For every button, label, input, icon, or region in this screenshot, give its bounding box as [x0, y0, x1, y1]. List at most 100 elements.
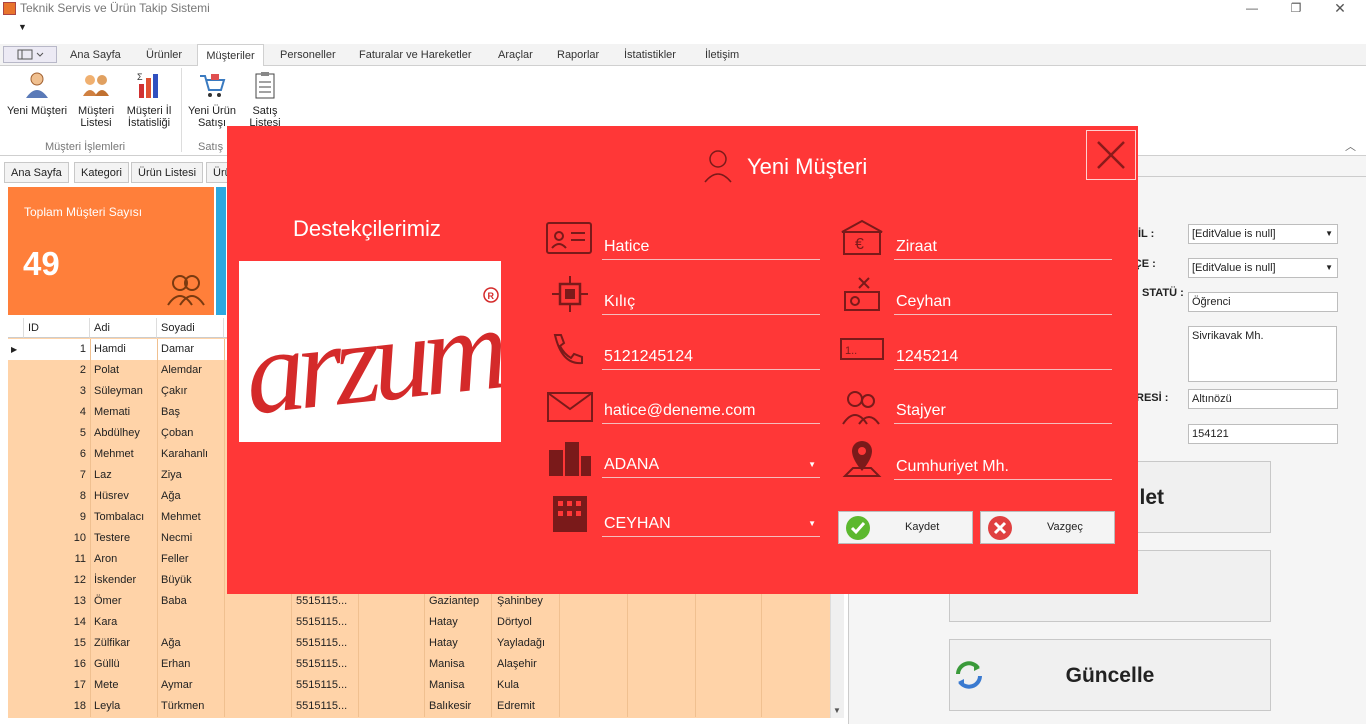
- ribbon-collapse-icon[interactable]: ︿: [1345, 138, 1356, 154]
- chevron-down-icon: ▼: [808, 460, 816, 469]
- table-row[interactable]: 16 Güllü Erhan 5515115... Manisa Alaşehir: [8, 654, 830, 675]
- svg-text:arzum: arzum: [239, 282, 501, 439]
- close-icon: [1097, 141, 1125, 169]
- grid-line: [559, 591, 560, 612]
- tab-musteriler[interactable]: Müşteriler: [197, 44, 264, 67]
- table-row[interactable]: 17 Mete Aymar 5515115... Manisa Kula: [8, 675, 830, 696]
- grid-line: [559, 633, 560, 654]
- cell-id: 12: [73, 574, 86, 586]
- doctab-ana-sayfa[interactable]: Ana Sayfa: [4, 162, 69, 183]
- cell-ilce: Edremit: [497, 700, 535, 712]
- grid-line: [224, 360, 225, 381]
- table-row[interactable]: 18 Leyla Türkmen 5515115... Balıkesir Edremit: [8, 696, 830, 717]
- grid-line: [157, 696, 158, 717]
- ad-input[interactable]: Hatice: [602, 230, 820, 260]
- grid-header-soyadi[interactable]: Soyadi: [157, 318, 224, 338]
- il-combo[interactable]: ADANA ▼: [602, 448, 820, 478]
- grid-line: [90, 591, 91, 612]
- dialog-cancel-button[interactable]: Vazgeç: [980, 511, 1115, 544]
- grid-line: [157, 654, 158, 675]
- grid-line: [291, 675, 292, 696]
- grid-line: [291, 696, 292, 717]
- cell-id: 13: [73, 595, 86, 607]
- cell-tel: 5515115...: [296, 616, 348, 628]
- tab-iletisim[interactable]: İletişim: [701, 44, 743, 66]
- banka-input[interactable]: Ziraat: [894, 230, 1112, 260]
- vergi-no-input[interactable]: 154121: [1188, 424, 1338, 444]
- satis-listesi-button[interactable]: Satış Listesi: [244, 70, 286, 129]
- yeni-musteri-button[interactable]: Yeni Müşteri: [6, 70, 68, 117]
- grid-line: [491, 612, 492, 633]
- cell-ad: Testere: [94, 532, 131, 544]
- musteri-il-istatistigi-button[interactable]: Σ Müşteri İl İstatisliği: [124, 70, 174, 129]
- tab-faturalar[interactable]: Faturalar ve Hareketler: [355, 44, 476, 66]
- vergi-dairesi-field[interactable]: Ceyhan: [894, 285, 1112, 315]
- grid-line: [424, 675, 425, 696]
- table-row[interactable]: 15 Zülfikar Ağa 5515115... Hatay Yayladağı: [8, 633, 830, 654]
- grid-line: [291, 591, 292, 612]
- grid-line: [559, 696, 560, 717]
- grid-line: [224, 402, 225, 423]
- grid-line: [90, 570, 91, 591]
- grid-line: [224, 696, 225, 717]
- vergi-no-field[interactable]: 1245214: [894, 340, 1112, 370]
- quick-access-dropdown-icon[interactable]: ▼: [18, 22, 27, 32]
- tab-raporlar[interactable]: Raporlar: [553, 44, 603, 66]
- cell-id: 4: [79, 406, 86, 418]
- il-select[interactable]: [EditValue is null] ▼: [1188, 224, 1338, 244]
- maximize-icon[interactable]: ❐: [1274, 0, 1318, 18]
- building-icon: [553, 496, 587, 532]
- vergi-dairesi-input[interactable]: Altınözü: [1188, 389, 1338, 409]
- svg-text:€: €: [855, 236, 864, 253]
- window-title: Teknik Servis ve Ürün Takip Sistemi: [20, 1, 210, 15]
- statu-input[interactable]: Öğrenci: [1188, 292, 1338, 312]
- grid-line: [358, 654, 359, 675]
- tab-istatistikler[interactable]: İstatistikler: [620, 44, 680, 66]
- doctab-urun-listesi[interactable]: Ürün Listesi: [131, 162, 204, 183]
- cell-ad: Hamdi: [94, 343, 126, 355]
- telefon-input[interactable]: 5121245124: [602, 340, 820, 370]
- soyad-input[interactable]: Kılıç: [602, 285, 820, 315]
- grid-line: [695, 633, 696, 654]
- grid-line: [424, 654, 425, 675]
- chip-icon: [552, 276, 588, 312]
- group-separator: [181, 68, 182, 152]
- dialog-save-button[interactable]: Kaydet: [838, 511, 973, 544]
- guncelle-button[interactable]: Güncelle: [949, 639, 1271, 711]
- tab-araclar[interactable]: Araçlar: [494, 44, 537, 66]
- grid-header-id[interactable]: ID: [24, 318, 90, 338]
- minimize-icon[interactable]: —: [1230, 0, 1274, 18]
- ilce-select[interactable]: [EditValue is null] ▼: [1188, 258, 1338, 278]
- chevron-down-icon: ▼: [1325, 263, 1333, 272]
- grid-line: [761, 696, 762, 717]
- yeni-urun-satisi-button[interactable]: Yeni Ürün Satışı: [186, 70, 238, 129]
- cell-id: 18: [73, 700, 86, 712]
- statu-field[interactable]: Stajyer: [894, 394, 1112, 424]
- dialog-close-button[interactable]: [1086, 130, 1136, 180]
- scroll-down-icon[interactable]: ▼: [833, 706, 841, 715]
- grid-line: [90, 549, 91, 570]
- table-row[interactable]: 14 Kara 5515115... Hatay Dörtyol: [8, 612, 830, 633]
- cell-ad: Güllü: [94, 658, 120, 670]
- grid-line: [157, 570, 158, 591]
- grid-line: [627, 675, 628, 696]
- grid-line: [559, 612, 560, 633]
- grid-line: [157, 339, 158, 360]
- adres-field[interactable]: Cumhuriyet Mh.: [894, 450, 1112, 480]
- tax-office-icon: [844, 277, 880, 311]
- cell-il: Gaziantep: [429, 595, 480, 607]
- doctab-kategori[interactable]: Kategori: [74, 162, 129, 183]
- table-row[interactable]: 13 Ömer Baba 5515115... Gaziantep Şahinbey: [8, 591, 830, 612]
- app-menu-button[interactable]: [3, 46, 57, 63]
- cell-id: 16: [73, 658, 86, 670]
- musteri-listesi-button[interactable]: Müşteri Listesi: [74, 70, 118, 129]
- adres-textarea[interactable]: Sivrikavak Mh.: [1188, 326, 1337, 382]
- tab-ana-sayfa[interactable]: Ana Sayfa: [66, 44, 125, 66]
- close-icon[interactable]: ✕: [1318, 0, 1362, 18]
- tab-personeller[interactable]: Personeller: [276, 44, 340, 66]
- ilce-combo[interactable]: CEYHAN ▼: [602, 507, 820, 537]
- grid-header-adi[interactable]: Adi: [90, 318, 157, 338]
- mail-input[interactable]: hatice@deneme.com: [602, 394, 820, 424]
- grid-line: [224, 612, 225, 633]
- tab-urunler[interactable]: Ürünler: [142, 44, 186, 66]
